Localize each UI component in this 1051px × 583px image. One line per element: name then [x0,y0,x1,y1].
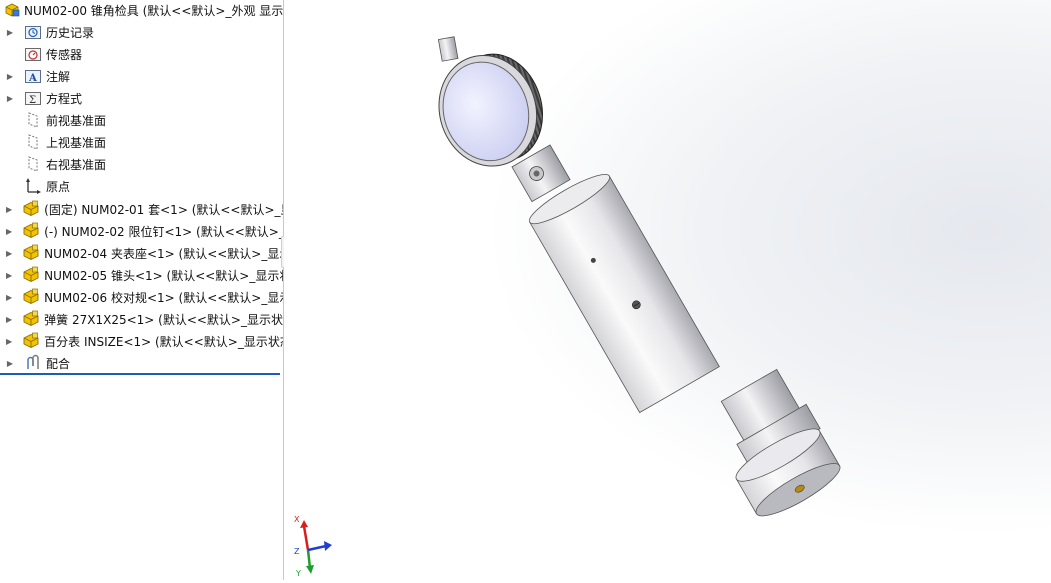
svg-text:A: A [28,73,37,84]
expand-arrow-icon[interactable]: ▶ [6,220,12,242]
tree-item-label: 历史记录 [46,25,95,40]
annotation-folder-icon: A [24,67,42,85]
tree-item[interactable]: 传感器 [0,43,283,65]
expand-arrow-icon[interactable]: ▶ [6,198,12,220]
graphics-viewport[interactable]: X Z Y [284,0,1051,580]
y-axis-icon [306,549,314,574]
z-axis-label: Z [294,547,300,556]
tree-item[interactable]: ▶ 配合 [0,352,283,374]
part-icon [22,266,40,284]
axis-triad[interactable]: X Z Y [292,510,332,578]
expand-arrow-icon[interactable]: ▶ [6,330,12,352]
tree-item[interactable]: 前视基准面 [0,109,283,131]
tree-root-label: NUM02-00 锥角检具 (默认<<默认>_外观 显示 [24,3,283,18]
tree-item-label: 原点 [46,179,71,194]
tree-item[interactable]: 上视基准面 [0,131,283,153]
model-view [437,36,841,517]
tree-item[interactable]: ▶ Σ 方程式 [0,87,283,109]
expand-spacer [6,43,14,65]
tree-item-label: 弹簧 27X1X25<1> (默认<<默认>_显示状态 [44,312,283,327]
expand-spacer [6,175,14,197]
tree-item[interactable]: ▶ 弹簧 27X1X25<1> (默认<<默认>_显示状态 [0,308,283,330]
sensor-folder-icon [24,45,42,63]
tree-item-label: (固定) NUM02-01 套<1> (默认<<默认>_显 [44,202,283,217]
tree-item[interactable]: ▶ 百分表 INSIZE<1> (默认<<默认>_显示状态 [0,330,283,352]
tree-item[interactable]: ▶ NUM02-05 锥头<1> (默认<<默认>_显示状 [0,264,283,286]
tree-item[interactable]: 原点 [0,175,283,197]
feature-manager-tree: NUM02-00 锥角检具 (默认<<默认>_外观 显示 ▶ 历史记录传感器 ▶ A 注… [0,0,284,580]
tree-item-label: NUM02-06 校对规<1> (默认<<默认>_显示 [44,290,283,305]
dial-stem [437,36,459,62]
plane-icon [24,155,42,173]
tree-item-label: (-) NUM02-02 限位钉<1> (默认<<默认>_ [44,224,283,239]
tree-root-assembly[interactable]: NUM02-00 锥角检具 (默认<<默认>_外观 显示 [0,0,283,20]
tree-item-label: 上视基准面 [46,135,107,150]
expand-arrow-icon[interactable]: ▶ [6,264,12,286]
expand-spacer [6,131,14,153]
tree-item[interactable]: ▶ (固定) NUM02-01 套<1> (默认<<默认>_显 [0,198,283,220]
tree-item[interactable]: 右视基准面 [0,153,283,175]
part-icon [22,332,40,350]
expand-arrow-icon[interactable]: ▶ [6,87,14,109]
expand-arrow-icon[interactable]: ▶ [6,242,12,264]
tree-item-label: 传感器 [46,47,83,62]
tree-item-label: NUM02-05 锥头<1> (默认<<默认>_显示状 [44,268,283,283]
tree-item[interactable]: ▶ 历史记录 [0,21,283,43]
tree-item-label: 方程式 [46,91,83,106]
tree-item-label: 前视基准面 [46,113,107,128]
plane-icon [24,111,42,129]
assembly-icon [4,2,20,18]
plane-icon [24,133,42,151]
x-axis-label: X [294,515,300,524]
part-icon [22,222,40,240]
part-icon [22,200,40,218]
tree-item-label: 配合 [46,356,71,371]
tree-item-label: NUM02-04 夹表座<1> (默认<<默认>_显示 [44,246,283,261]
expand-arrow-icon[interactable]: ▶ [6,65,14,87]
tree-item-label: 注解 [46,69,71,84]
origin-icon [24,177,42,195]
history-folder-icon [24,23,42,41]
expand-arrow-icon[interactable]: ▶ [6,286,12,308]
expand-spacer [6,153,14,175]
tree-item[interactable]: ▶ NUM02-04 夹表座<1> (默认<<默认>_显示 [0,242,283,264]
svg-text:Σ: Σ [29,95,36,106]
part-icon [22,244,40,262]
tree-separator [0,373,280,375]
gauge-body [528,174,720,414]
expand-spacer [6,109,14,131]
expand-arrow-icon[interactable]: ▶ [6,21,14,43]
part-icon [22,288,40,306]
expand-arrow-icon[interactable]: ▶ [6,352,14,374]
y-axis-label: Y [295,569,301,578]
part-icon [22,310,40,328]
tree-item-label: 百分表 INSIZE<1> (默认<<默认>_显示状态 [44,334,283,349]
tree-item[interactable]: ▶ A 注解 [0,65,283,87]
expand-arrow-icon[interactable]: ▶ [6,308,12,330]
tree-item[interactable]: ▶ NUM02-06 校对规<1> (默认<<默认>_显示 [0,286,283,308]
mates-icon [24,354,42,372]
tree-item-label: 右视基准面 [46,157,107,172]
z-axis-icon [307,541,332,552]
x-axis-icon [300,520,310,551]
tree-item[interactable]: ▶ (-) NUM02-02 限位钉<1> (默认<<默认>_ [0,220,283,242]
equation-folder-icon: Σ [24,89,42,107]
